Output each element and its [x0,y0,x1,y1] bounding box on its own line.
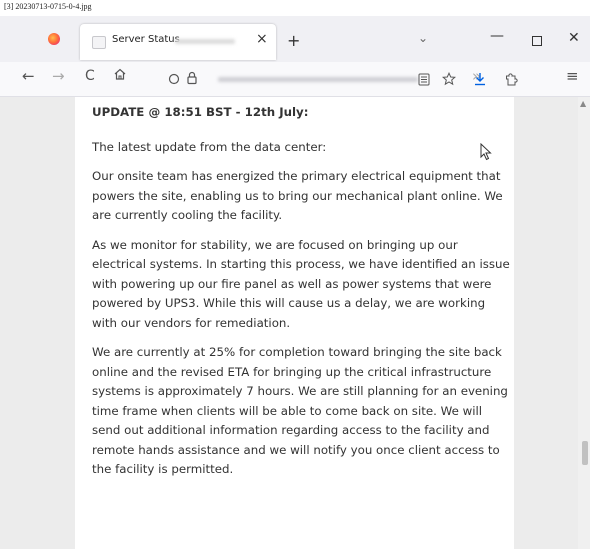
new-tab-button[interactable]: + [287,31,300,50]
url-text-blurred [218,77,418,82]
list-tabs-button[interactable]: ⌄ [418,31,428,45]
paragraph-monitoring: As we monitor for stability, we are focu… [92,237,510,330]
update-article: UPDATE @ 18:51 BST - 12th July: The late… [92,103,512,490]
paragraph-intro: The latest update from the data center: [92,139,327,154]
menu-button[interactable]: ≡ [566,66,579,86]
page-viewport: UPDATE @ 18:51 BST - 12th July: The late… [0,97,590,549]
update-heading: UPDATE @ 18:51 BST - 12th July: [92,105,309,119]
tracking-shield-icon [168,73,180,85]
page-icon [92,36,106,49]
extensions-icon[interactable] [505,72,518,86]
lock-icon [187,71,197,85]
back-button[interactable]: ← [22,66,35,86]
maximize-button[interactable] [532,36,542,46]
vertical-scrollbar[interactable]: ▲ [578,97,590,549]
tab-close-icon[interactable]: × [256,31,268,47]
tab-server-status[interactable]: Server Status × [80,24,276,60]
forward-button[interactable]: → [52,66,65,86]
tab-title-blurred [175,39,235,44]
image-caption: [3] 20230713-0715-0-4.jpg [4,2,92,11]
tab-title: Server Status [112,34,180,45]
reader-view-icon[interactable] [418,73,430,86]
download-icon[interactable] [474,72,486,86]
paragraph-completion: We are currently at 25% for completion t… [92,345,508,476]
content-panel: UPDATE @ 18:51 BST - 12th July: The late… [75,97,514,549]
paragraph-onsite-team: Our onsite team has energized the primar… [92,169,503,222]
home-button[interactable] [113,66,127,86]
scrollbar-thumb[interactable] [582,441,588,465]
scroll-up-arrow-icon[interactable]: ▲ [580,99,586,108]
minimize-button[interactable]: — [490,28,504,44]
home-icon [114,68,126,80]
bookmark-star-icon[interactable] [442,72,456,86]
reload-button[interactable]: C [85,66,95,86]
window-close-button[interactable]: ✕ [568,30,580,46]
firefox-icon[interactable] [48,33,60,45]
mouse-cursor-icon [480,143,492,161]
